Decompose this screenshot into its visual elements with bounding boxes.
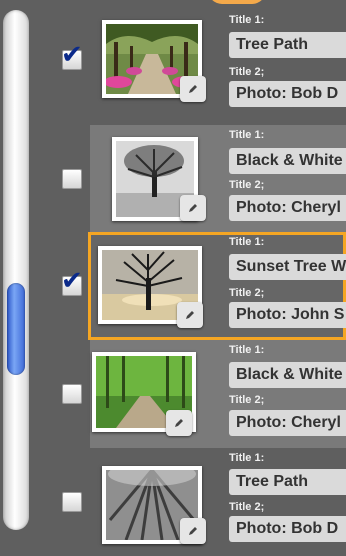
- edit-button[interactable]: [180, 76, 206, 102]
- edit-button[interactable]: [180, 518, 206, 544]
- title2-label: Title 2;: [229, 179, 265, 191]
- title2-label: Title 2;: [229, 287, 265, 299]
- list-item: Title 1: Tree Path Title 2; Photo: Bob D: [32, 448, 346, 556]
- row-checkbox[interactable]: ✔: [61, 267, 83, 296]
- list-item: Title 1: Black & White Title 2; Photo: C…: [32, 340, 346, 448]
- pencil-icon: [175, 419, 183, 427]
- checkmark-icon: ✔: [61, 39, 83, 69]
- pencil-icon: [186, 311, 194, 319]
- title1-label: Title 1:: [229, 236, 265, 248]
- title2-field[interactable]: Photo: Cheryl: [229, 410, 346, 436]
- title1-field[interactable]: Tree Path: [229, 32, 346, 58]
- title1-field[interactable]: Black & White: [229, 148, 346, 174]
- row-checkbox[interactable]: [62, 169, 82, 189]
- edit-button[interactable]: [166, 410, 192, 436]
- title2-field[interactable]: Photo: Cheryl: [229, 195, 346, 221]
- list-item-selected: ✔ Title 1: Sunset Tree W Title 2; Photo:…: [32, 232, 346, 340]
- title2-label: Title 2;: [229, 394, 265, 406]
- title1-label: Title 1:: [229, 344, 265, 356]
- title2-label: Title 2;: [229, 501, 265, 513]
- title2-field[interactable]: Photo: Bob D: [229, 516, 346, 542]
- title1-label: Title 1:: [229, 452, 265, 464]
- pencil-icon: [189, 204, 197, 212]
- title2-field[interactable]: Photo: Bob D: [229, 81, 346, 107]
- scrollbar-track[interactable]: [3, 10, 29, 530]
- row-checkbox[interactable]: [62, 492, 82, 512]
- scrollbar-thumb[interactable]: [7, 283, 25, 375]
- pencil-icon: [189, 527, 197, 535]
- title1-field[interactable]: Black & White: [229, 362, 346, 388]
- title2-field[interactable]: Photo: John S: [229, 302, 346, 328]
- row-checkbox[interactable]: ✔: [61, 41, 83, 70]
- title1-field[interactable]: Tree Path: [229, 469, 346, 495]
- edit-button[interactable]: [177, 302, 203, 328]
- photo-list: ✔ Title 1: Tree Path Title 2; Photo: Bob…: [32, 0, 346, 544]
- title1-label: Title 1:: [229, 129, 265, 141]
- title2-label: Title 2;: [229, 66, 265, 78]
- pencil-icon: [189, 85, 197, 93]
- title1-label: Title 1:: [229, 14, 265, 26]
- list-item: ✔ Title 1: Tree Path Title 2; Photo: Bob…: [32, 6, 346, 114]
- checkmark-icon: ✔: [61, 265, 83, 295]
- row-checkbox[interactable]: [62, 384, 82, 404]
- title1-field[interactable]: Sunset Tree W: [229, 254, 346, 280]
- list-item: Title 1: Black & White Title 2; Photo: C…: [32, 125, 346, 233]
- edit-button[interactable]: [180, 195, 206, 221]
